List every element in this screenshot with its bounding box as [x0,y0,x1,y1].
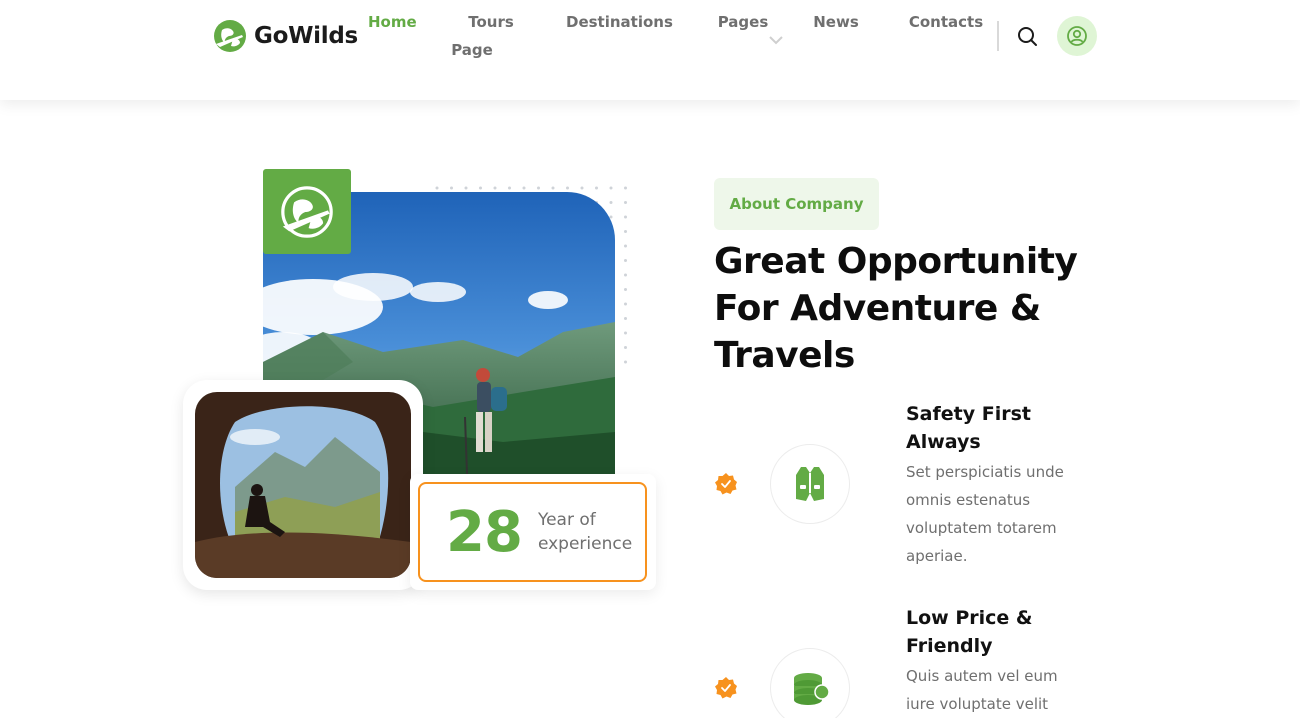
feature-description: Quis autem vel eum iure voluptate velit [906,667,1058,713]
user-account-button[interactable] [1057,16,1097,56]
chevron-down-icon[interactable] [768,34,784,46]
nav-contacts[interactable]: Contacts [908,8,984,36]
feature-description: Set perspiciatis unde omnis estenatus vo… [906,463,1064,565]
nav-tours[interactable]: Tours [467,8,515,36]
feature-title: Safety First Always [906,403,1031,453]
experience-card-border: 28 Year of experience [418,482,647,582]
check-badge-icon [715,677,737,699]
cave-photo-card [183,380,423,590]
about-headline: Great Opportunity For Adventure & Travel… [714,241,1078,376]
coins-icon [794,673,830,705]
cave-view-photo [195,392,411,578]
user-circle-icon [1067,26,1087,46]
vest-icon [796,467,824,501]
check-badge-icon [715,473,737,495]
nav-home[interactable]: Home [368,8,417,36]
experience-label: Year of experience [537,510,633,554]
nav-divider [997,21,999,51]
experience-years-number: 28 [446,499,523,565]
search-icon[interactable] [1015,24,1039,48]
brand-name: GoWilds [254,23,358,49]
nav-news[interactable]: News [810,8,862,36]
globe-plane-logo-icon [214,20,246,52]
nav-destinations[interactable]: Destinations [566,8,673,36]
experience-card: 28 Year of experience [410,474,656,590]
nav-tours-page[interactable]: Page [448,36,496,64]
price-icon-circle [770,648,850,718]
about-company-tag: About Company [714,178,879,230]
safety-icon-circle [770,444,850,524]
brand-logo[interactable]: GoWilds [212,18,358,54]
feature-title: Low Price & Friendly [906,607,1033,657]
site-header: GoWilds Home Tours Page Destinations Pag… [0,0,1300,100]
nav-pages[interactable]: Pages [716,8,770,36]
globe-plane-icon [281,185,333,238]
globe-plane-badge [263,169,351,254]
